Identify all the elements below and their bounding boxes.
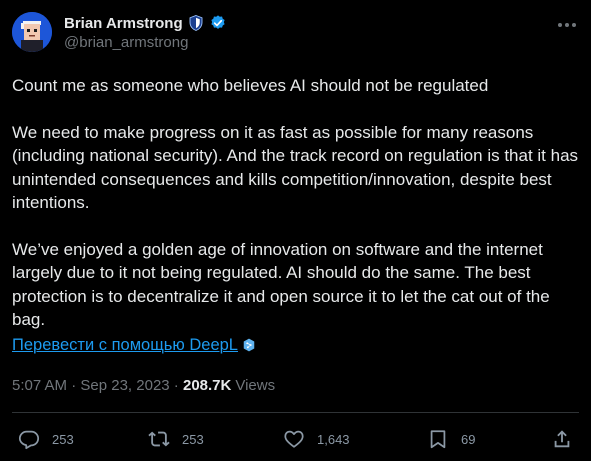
tweet-paragraph: We need to make progress on it as fast a… xyxy=(12,122,579,213)
shield-badge-icon xyxy=(189,15,203,31)
translate-link[interactable]: Перевести с помощью DeepL xyxy=(12,334,238,358)
repost-count: 253 xyxy=(182,431,204,447)
tweet-time[interactable]: 5:07 AM xyxy=(12,377,67,394)
repost-icon xyxy=(148,431,170,447)
verified-check-icon[interactable] xyxy=(209,14,227,32)
pixel-avatar-icon xyxy=(12,12,52,52)
more-dots-icon xyxy=(558,23,576,27)
tweet-date[interactable]: Sep 23, 2023 xyxy=(80,377,169,394)
author-name-row: Brian Armstrong xyxy=(64,13,227,33)
tweet-meta: 5:07 AM · Sep 23, 2023 · 208.7K Views xyxy=(12,377,275,394)
more-options-button[interactable] xyxy=(555,16,579,34)
like-button[interactable]: 1,643 xyxy=(283,424,350,454)
bookmark-count: 69 xyxy=(461,431,476,447)
divider xyxy=(12,412,579,413)
action-bar: 253 253 1,643 69 xyxy=(0,424,591,454)
reply-button[interactable]: 253 xyxy=(18,424,74,454)
reply-icon xyxy=(18,430,40,450)
like-count: 1,643 xyxy=(317,431,350,447)
author-handle[interactable]: @brian_armstrong xyxy=(64,34,188,51)
tweet-paragraph: Count me as someone who believes AI shou… xyxy=(12,76,489,95)
tweet-card: Brian Armstrong @brian_armstrong Count m… xyxy=(0,0,591,461)
deepl-logo-icon xyxy=(243,338,255,352)
heart-icon xyxy=(284,430,304,448)
bookmark-icon xyxy=(430,430,446,449)
bookmark-button[interactable]: 69 xyxy=(427,424,475,454)
meta-separator: · xyxy=(67,377,81,394)
share-icon xyxy=(554,430,570,448)
meta-separator: · xyxy=(169,377,183,394)
display-name[interactable]: Brian Armstrong xyxy=(64,15,183,32)
reply-count: 253 xyxy=(52,431,74,447)
views-label: Views xyxy=(235,377,276,394)
avatar[interactable] xyxy=(12,12,52,52)
repost-button[interactable]: 253 xyxy=(148,424,204,454)
tweet-text: Count me as someone who believes AI shou… xyxy=(12,74,584,357)
views-count[interactable]: 208.7K xyxy=(183,377,231,394)
translate-row: Перевести с помощью DeepL xyxy=(12,334,584,358)
tweet-paragraph: We’ve enjoyed a golden age of innovation… xyxy=(12,239,550,330)
share-button[interactable] xyxy=(551,424,573,454)
